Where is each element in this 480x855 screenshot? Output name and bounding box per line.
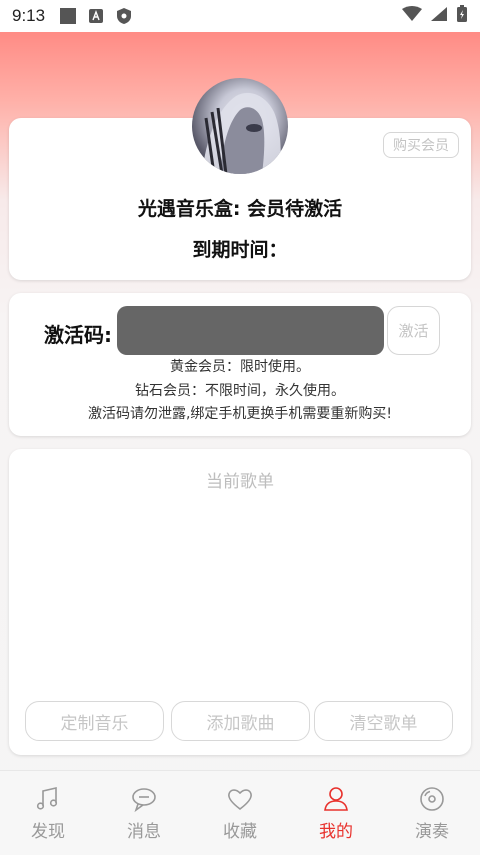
nav-label-favorites: 收藏 <box>223 821 257 842</box>
playlist-title: 当前歌单 <box>206 472 274 492</box>
nav-item-messages[interactable]: 消息 <box>96 771 192 855</box>
nav-label-messages: 消息 <box>127 821 161 842</box>
buy-membership-button[interactable]: 购买会员 <box>383 132 459 158</box>
heart-icon <box>228 788 252 810</box>
nav-item-mine[interactable]: 我的 <box>288 771 384 855</box>
nav-item-perform[interactable]: 演奏 <box>384 771 480 855</box>
expire-time-label: 到期时间： <box>192 239 288 261</box>
nav-label-mine: 我的 <box>319 821 353 842</box>
app-square-icon <box>59 7 77 25</box>
nav-item-discover[interactable]: 发现 <box>0 771 96 855</box>
activation-card: 激活码: 激活 黄金会员：限时使用。 钻石会员：不限时间，永久使用。 激活码请勿… <box>9 293 471 436</box>
nav-item-favorites[interactable]: 收藏 <box>192 771 288 855</box>
chat-bubble-icon <box>132 787 156 812</box>
nav-label-perform: 演奏 <box>415 821 449 842</box>
avatar[interactable] <box>192 78 288 174</box>
user-icon <box>324 786 348 811</box>
add-song-button[interactable]: 添加歌曲 <box>171 701 310 741</box>
activation-code-label: 激活码: <box>44 323 112 347</box>
cell-signal-icon <box>430 6 448 26</box>
music-note-icon <box>36 786 58 810</box>
nav-label-discover: 发现 <box>31 821 65 842</box>
code-warning-note: 激活码请勿泄露,绑定手机更换手机需要重新购买! <box>87 406 393 422</box>
diamond-member-note: 钻石会员：不限时间，永久使用。 <box>135 383 345 399</box>
battery-icon <box>456 5 468 27</box>
activation-code-input[interactable] <box>117 306 384 355</box>
member-status-title: 光遇音乐盒: 会员待激活 <box>137 198 343 220</box>
playlist-card: 当前歌单 定制音乐 添加歌曲 清空歌单 <box>9 449 471 755</box>
activate-button[interactable]: 激活 <box>387 306 440 355</box>
status-time: 9:13 <box>12 6 46 25</box>
status-bar: 9:13 <box>0 0 480 32</box>
bottom-nav: 发现 消息 收藏 我的 演奏 <box>0 770 480 855</box>
wifi-icon <box>402 6 422 26</box>
gold-member-note: 黄金会员：限时使用。 <box>170 359 310 375</box>
clear-playlist-button[interactable]: 清空歌单 <box>314 701 453 741</box>
custom-music-button[interactable]: 定制音乐 <box>25 701 164 741</box>
shield-icon <box>115 7 133 25</box>
disc-icon <box>420 786 444 811</box>
font-a-icon <box>87 7 105 25</box>
